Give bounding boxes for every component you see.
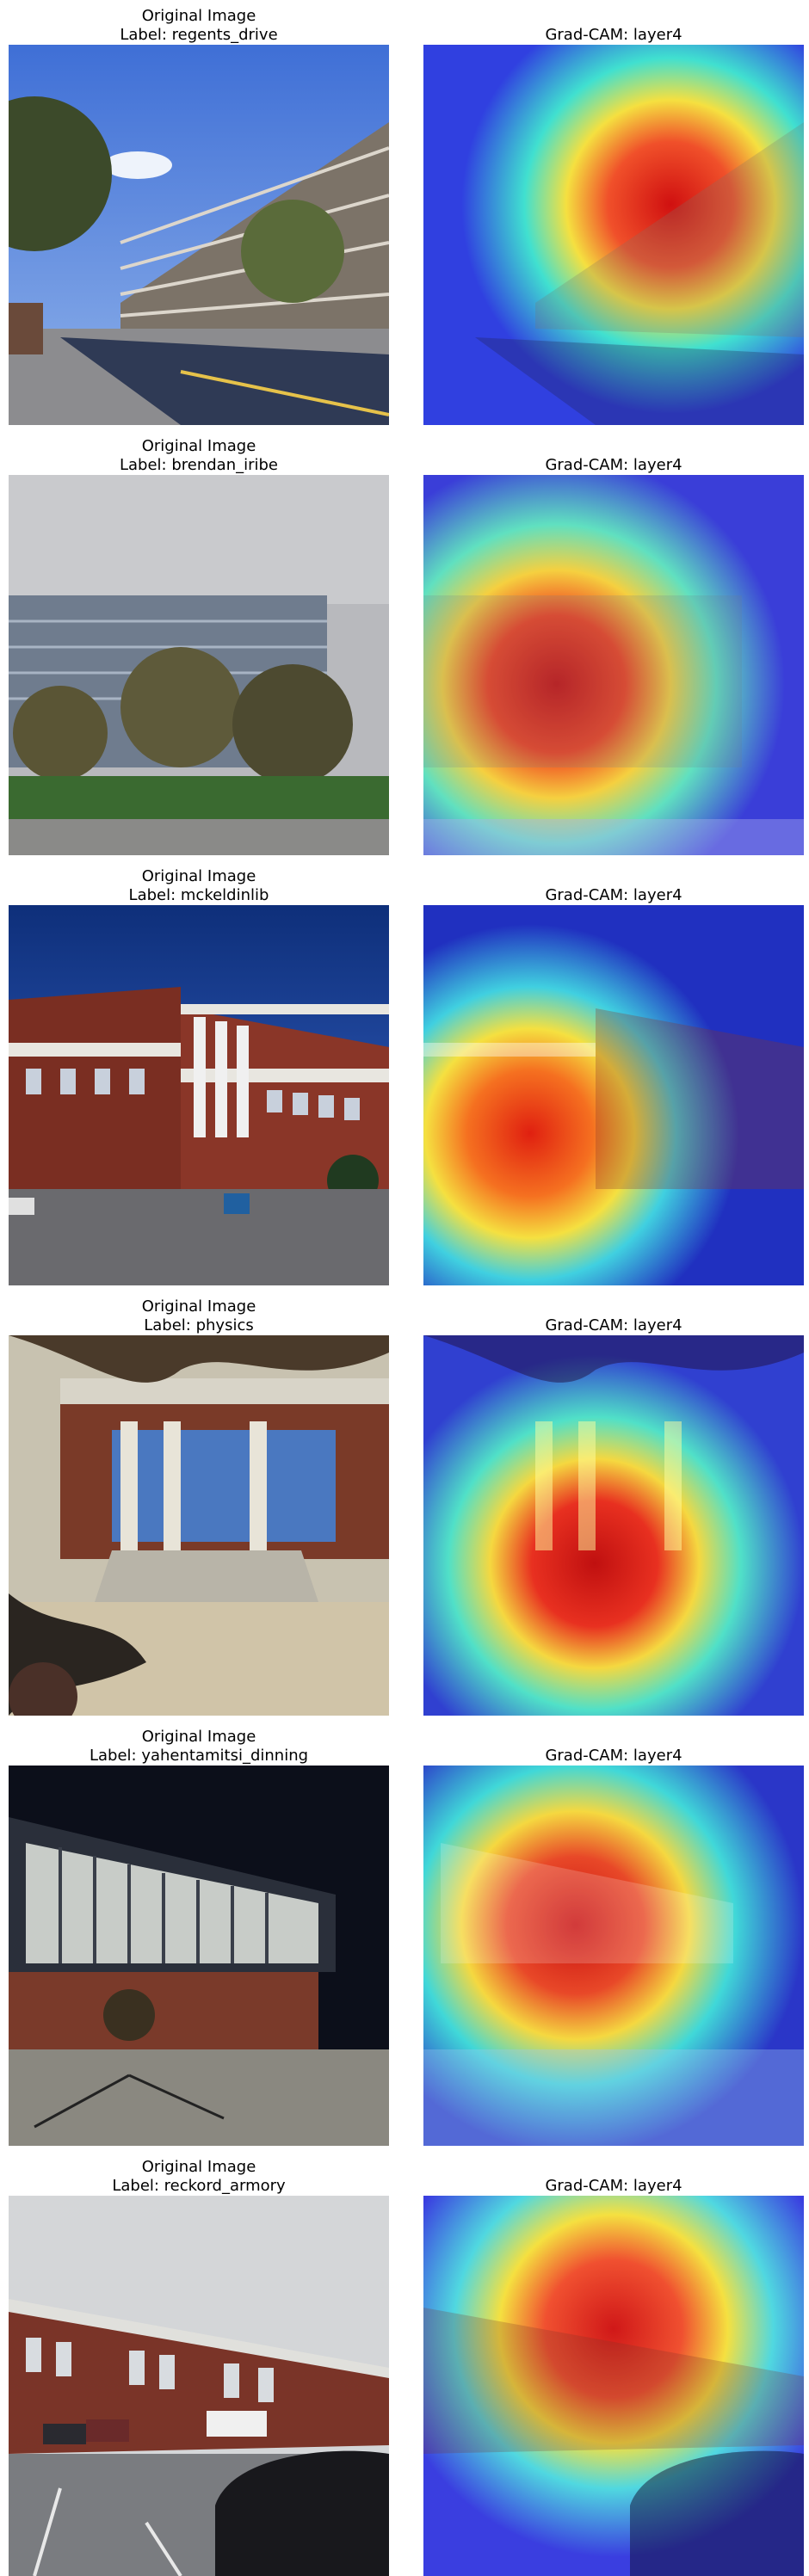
original-title: Original Image xyxy=(141,1297,256,1316)
original-title: Original Image xyxy=(141,2158,256,2176)
gradcam-heatmap xyxy=(423,475,804,855)
photo-brick-columns-stairs xyxy=(9,1335,389,1716)
original-image xyxy=(9,45,389,425)
gradcam-figure: { "rows": [ { "original_title": "Origina… xyxy=(0,0,809,2576)
heatmap-overlay xyxy=(423,475,804,855)
label-text: Label: brendan_iribe xyxy=(119,456,279,474)
original-image xyxy=(9,2196,389,2576)
label-text: Label: regents_drive xyxy=(120,26,278,44)
original-image xyxy=(9,905,389,1285)
label-text: Label: mckeldinlib xyxy=(128,886,269,904)
gradcam-title: Grad-CAM: layer4 xyxy=(545,886,682,904)
label-text: Label: physics xyxy=(144,1316,254,1334)
heatmap-overlay xyxy=(423,1335,804,1716)
heatmap-overlay xyxy=(423,2196,804,2576)
gradcam-heatmap xyxy=(423,2196,804,2576)
original-title: Original Image xyxy=(141,7,256,25)
label-text: Label: reckord_armory xyxy=(112,2177,286,2195)
heatmap-overlay xyxy=(423,905,804,1285)
gradcam-title: Grad-CAM: layer4 xyxy=(545,26,682,44)
gradcam-heatmap xyxy=(423,1335,804,1716)
photo-armory-parking-lot xyxy=(9,2196,389,2576)
label-text: Label: yahentamitsi_dinning xyxy=(89,1747,309,1765)
original-image xyxy=(9,1766,389,2146)
heatmap-overlay xyxy=(423,1766,804,2146)
original-image xyxy=(9,475,389,855)
gradcam-title: Grad-CAM: layer4 xyxy=(545,1747,682,1765)
heatmap-overlay xyxy=(423,45,804,425)
original-title: Original Image xyxy=(141,1728,256,1746)
photo-glass-building-trees xyxy=(9,475,389,855)
photo-parking-garage xyxy=(9,45,389,425)
gradcam-heatmap xyxy=(423,45,804,425)
gradcam-title: Grad-CAM: layer4 xyxy=(545,1316,682,1334)
gradcam-heatmap xyxy=(423,1766,804,2146)
gradcam-title: Grad-CAM: layer4 xyxy=(545,2177,682,2195)
original-title: Original Image xyxy=(141,867,256,885)
photo-dining-hall-night xyxy=(9,1766,389,2146)
photo-brick-library xyxy=(9,905,389,1285)
gradcam-title: Grad-CAM: layer4 xyxy=(545,456,682,474)
gradcam-heatmap xyxy=(423,905,804,1285)
original-title: Original Image xyxy=(141,437,256,455)
original-image xyxy=(9,1335,389,1716)
